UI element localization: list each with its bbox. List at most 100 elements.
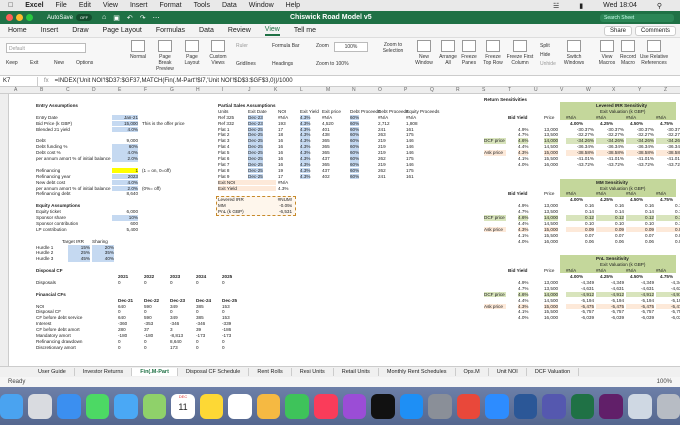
- header[interactable]: Units: [218, 109, 228, 115]
- sensitivity-cell[interactable]: -5,757: [626, 309, 654, 315]
- cell[interactable]: Dec-25: [248, 173, 263, 180]
- zoom-button[interactable]: [26, 14, 33, 21]
- cell[interactable]: #N/A: [322, 115, 332, 121]
- sheet-tab[interactable]: Unit NOI: [489, 368, 527, 376]
- menu-help[interactable]: Help: [286, 2, 300, 9]
- sensitivity-cell[interactable]: -34.26%: [656, 138, 680, 144]
- sensitivity-cell[interactable]: 13,500: [544, 209, 558, 215]
- label[interactable]: Levered IRR: [218, 197, 244, 203]
- sensitivity-cell[interactable]: 16,000: [544, 315, 558, 321]
- cell[interactable]: Flat 3: [218, 138, 230, 144]
- tab-data[interactable]: Data: [199, 27, 214, 34]
- sensitivity-cell[interactable]: 0.12: [626, 215, 654, 221]
- apple-icon[interactable]: : [8, 2, 13, 9]
- sensitivity-cell[interactable]: -43.72%: [626, 162, 654, 168]
- label[interactable]: Hurdle 1: [36, 245, 53, 251]
- sensitivity-cell[interactable]: -5,475: [656, 303, 680, 309]
- cell[interactable]: 4.3%: [300, 150, 311, 156]
- sensitivity-cell[interactable]: -4,912: [656, 291, 680, 298]
- column-header[interactable]: B: [40, 87, 43, 93]
- sensitivity-cell[interactable]: 14,000: [544, 291, 559, 298]
- cell[interactable]: Dec-25: [248, 132, 263, 138]
- sensitivity-cell[interactable]: -43.72%: [596, 162, 624, 168]
- search-sheet-input[interactable]: Search Sheet: [600, 13, 674, 22]
- label[interactable]: Blended 21 yield: [36, 127, 70, 133]
- sensitivity-cell[interactable]: 4.3%: [518, 150, 529, 156]
- hide-button[interactable]: Hide: [540, 52, 550, 58]
- label[interactable]: Bid Price (k GBP): [36, 121, 72, 127]
- view-macros-button[interactable]: View Macros: [596, 40, 618, 66]
- sensitivity-cell[interactable]: 0.09: [626, 226, 654, 233]
- sensitivity-cell[interactable]: 4.3%: [518, 226, 529, 233]
- sensitivity-cell[interactable]: 0.06: [566, 239, 594, 245]
- sensitivity-cell[interactable]: 0.14: [566, 209, 594, 215]
- sensitivity-cell[interactable]: 4.0%: [518, 239, 528, 245]
- tab-review[interactable]: Review: [228, 27, 251, 34]
- section-title[interactable]: Return Sensitivities: [484, 97, 527, 103]
- na-cell[interactable]: #N/A: [656, 268, 666, 274]
- cell[interactable]: 241: [378, 127, 386, 133]
- status-zoom[interactable]: 100%: [657, 377, 672, 387]
- cell[interactable]: 263: [378, 132, 386, 138]
- cell[interactable]: 60%: [350, 114, 360, 121]
- price-header[interactable]: Price: [544, 115, 554, 121]
- record-macro-button[interactable]: Record Macro: [618, 40, 638, 66]
- autosave[interactable]: AutoSave OFF: [47, 14, 93, 21]
- sensitivity-cell[interactable]: 0.07: [656, 233, 680, 239]
- label[interactable]: Refinancing: [36, 168, 60, 174]
- cell[interactable]: 219: [378, 162, 386, 168]
- cell[interactable]: -8,813: [170, 333, 183, 339]
- sensitivity-cell[interactable]: 13,000: [544, 280, 558, 286]
- tab-home[interactable]: Home: [8, 27, 27, 34]
- sensitivity-cell[interactable]: 0.07: [626, 233, 654, 239]
- cell[interactable]: Ref 325: [218, 115, 234, 121]
- maps-icon[interactable]: [142, 393, 167, 419]
- label[interactable]: per annum amort % of initial balance: [36, 186, 111, 192]
- sensitivity-cell[interactable]: 4.1%: [518, 233, 528, 239]
- split-button[interactable]: Split: [540, 43, 550, 49]
- input-cell[interactable]: 5,400: [112, 227, 139, 233]
- sensitivity-cell[interactable]: 0.10: [566, 221, 594, 227]
- note[interactable]: (0%= off): [142, 186, 161, 192]
- cell[interactable]: -0.09x: [268, 203, 292, 209]
- app-store-icon[interactable]: [399, 393, 424, 419]
- sensitivity-title[interactable]: MM Sensitivity: [596, 180, 628, 186]
- header[interactable]: Debt Proceeds: [378, 109, 408, 115]
- yield-header[interactable]: 4.75%: [660, 274, 673, 280]
- menu-view[interactable]: View: [103, 2, 118, 9]
- cell[interactable]: Flat 8: [218, 168, 230, 174]
- cell[interactable]: 2,712: [378, 121, 390, 127]
- sensitivity-cell[interactable]: 0.12: [656, 215, 680, 221]
- section-title[interactable]: Financial CFs: [36, 292, 66, 298]
- sensitivity-cell[interactable]: 0.10: [626, 221, 654, 227]
- freeze-first-column-button[interactable]: Freeze First Column: [506, 40, 534, 66]
- zoom-select[interactable]: 100%: [334, 42, 368, 52]
- cell[interactable]: 0: [118, 280, 121, 286]
- comments-button[interactable]: Comments: [634, 26, 676, 36]
- label[interactable]: MM: [218, 203, 226, 209]
- sensitivity-cell[interactable]: 0.10: [656, 221, 680, 227]
- sheet-tab[interactable]: DCF Valuation: [527, 368, 580, 376]
- formula-bar-checkbox[interactable]: Formula Bar: [272, 43, 300, 49]
- battery-icon[interactable]: ▮: [579, 2, 583, 10]
- column-header[interactable]: S: [482, 87, 485, 93]
- cell[interactable]: 385: [196, 304, 204, 310]
- sensitivity-title[interactable]: Levered IRR Sensitivity: [596, 103, 647, 109]
- tab-page-layout[interactable]: Page Layout: [103, 27, 142, 34]
- cell[interactable]: Refinancing drawdown: [36, 339, 82, 345]
- sensitivity-cell[interactable]: -4,349: [656, 280, 680, 286]
- na-cell[interactable]: #N/A: [566, 115, 576, 121]
- sensitivity-cell[interactable]: 0.16: [566, 203, 594, 209]
- sheet-tab[interactable]: Investor Returns: [75, 368, 133, 376]
- sensitivity-cell[interactable]: 4.4%: [518, 221, 528, 227]
- header[interactable]: NOI: [278, 109, 286, 115]
- tab-draw[interactable]: Draw: [72, 27, 88, 34]
- sensitivity-cell[interactable]: -5,475: [626, 303, 654, 309]
- relative-references-button[interactable]: Use Relative References: [638, 40, 670, 66]
- sheet-tab[interactable]: Monthly Rent Schedules: [379, 368, 456, 376]
- cell[interactable]: 365: [322, 150, 330, 156]
- sensitivity-cell[interactable]: 0.14: [596, 209, 624, 215]
- cell[interactable]: 60%: [350, 144, 360, 150]
- page-layout-button[interactable]: Page Layout: [180, 40, 204, 66]
- input-cell[interactable]: 20%: [92, 244, 114, 250]
